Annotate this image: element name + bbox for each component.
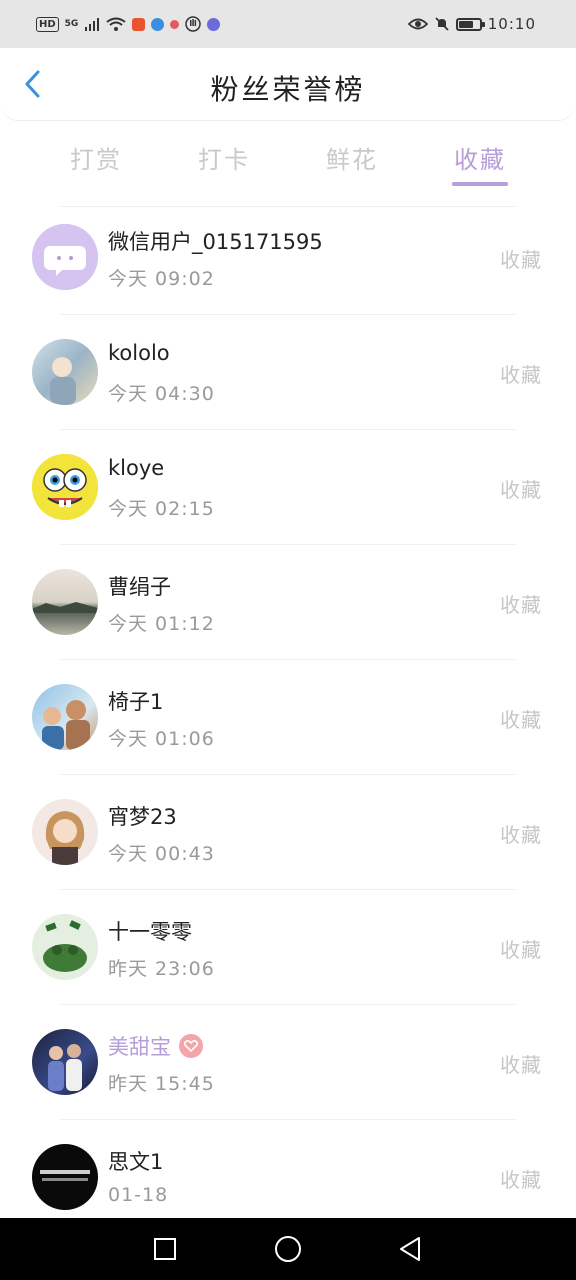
status-bar: HD 5G 10:10 (0, 0, 576, 48)
favorite-time: 今天 00:43 (108, 843, 215, 865)
signal-bars-icon (85, 18, 100, 31)
couple-avatar-icon (48, 1044, 82, 1091)
user-name: 微信用户_015171595 (108, 230, 323, 254)
dark-text-avatar-icon (40, 1170, 90, 1181)
list-item[interactable]: 曹绢子 今天 01:12 收藏 (0, 545, 576, 660)
favorite-time: 昨天 23:06 (108, 958, 215, 980)
favorite-label: 收藏 (500, 1168, 542, 1192)
user-name: kololo (108, 341, 170, 365)
user-name: 曹绢子 (108, 575, 171, 599)
tab-flowers[interactable]: 鲜花 (302, 140, 402, 175)
status-bar-left: HD 5G (36, 16, 221, 32)
landscape-avatar-icon (32, 602, 98, 613)
back-nav-button[interactable] (393, 1232, 427, 1266)
list-item[interactable]: 微信用户_015171595 今天 09:02 收藏 (0, 200, 576, 315)
user-name: 椅子1 (108, 690, 164, 714)
favorite-label: 收藏 (500, 1053, 542, 1077)
battery-icon (455, 17, 485, 31)
favorite-time: 昨天 15:45 (108, 1073, 215, 1095)
heart-shape (184, 1040, 198, 1052)
home-icon (275, 1236, 301, 1262)
tab-reward[interactable]: 打赏 (46, 140, 146, 175)
hand-icon (185, 16, 202, 32)
favorite-label: 收藏 (500, 363, 542, 387)
clock: 10:10 (487, 15, 536, 33)
frog-avatar-icon (43, 920, 87, 972)
favorite-time: 今天 04:30 (108, 383, 215, 405)
mute-bell-icon (435, 17, 449, 31)
avatar (32, 339, 98, 405)
avatar (32, 569, 98, 635)
battery-fill (458, 20, 474, 28)
favorite-label: 收藏 (500, 823, 542, 847)
music-icon (207, 17, 221, 31)
favorite-time: 今天 01:06 (108, 728, 215, 750)
list-item[interactable]: 宵梦23 今天 00:43 收藏 (0, 775, 576, 890)
hd-icon: HD (36, 16, 59, 32)
user-name-text: 美甜宝 (108, 1035, 171, 1059)
heart-icon (179, 1034, 203, 1058)
user-name: kloye (108, 456, 165, 480)
back-icon (400, 1237, 420, 1261)
favorite-label: 收藏 (500, 708, 542, 732)
user-name-vip: 美甜宝 (108, 1031, 203, 1061)
recent-apps-button[interactable] (148, 1232, 182, 1266)
5g-signal-icon: 5G (64, 18, 79, 29)
home-button[interactable] (271, 1232, 305, 1266)
avatar (32, 454, 98, 520)
list-item[interactable]: 十一零零 昨天 23:06 收藏 (0, 890, 576, 1005)
favorite-time: 01-18 (108, 1184, 169, 1206)
spongebob-avatar-icon (32, 454, 98, 520)
user-name: 宵梦23 (108, 805, 177, 829)
list-item[interactable]: 美甜宝 昨天 15:45 收藏 (0, 1005, 576, 1120)
user-name: 十一零零 (108, 920, 192, 944)
user-name: 思文1 (108, 1150, 164, 1174)
list-item[interactable]: kololo 今天 04:30 收藏 (0, 315, 576, 430)
recent-apps-icon (154, 1238, 176, 1260)
list-item[interactable]: 椅子1 今天 01:06 收藏 (0, 660, 576, 775)
list-item[interactable]: kloye 今天 02:15 收藏 (0, 430, 576, 545)
avatar (32, 1144, 98, 1210)
avatar (32, 684, 98, 750)
avatar (32, 1029, 98, 1095)
browser-icon (151, 17, 165, 31)
wechat-default-avatar-icon (32, 224, 98, 290)
avatar (32, 224, 98, 290)
photo-avatar-icon (50, 357, 76, 405)
tab-bar: 打赏 打卡 鲜花 收藏 (0, 132, 576, 192)
favorite-label: 收藏 (500, 938, 542, 962)
favorite-time: 今天 02:15 (108, 498, 215, 520)
favorite-time: 今天 09:02 (108, 268, 215, 290)
favorite-label: 收藏 (500, 593, 542, 617)
people-avatar-icon (42, 700, 90, 750)
avatar (32, 799, 98, 865)
status-bar-right: 10:10 (407, 15, 536, 33)
favorite-label: 收藏 (500, 478, 542, 502)
avatar (32, 914, 98, 980)
active-tab-indicator (452, 182, 508, 186)
tab-favorites[interactable]: 收藏 (430, 140, 530, 175)
system-nav-bar (0, 1218, 576, 1280)
anime-avatar-icon (45, 811, 85, 865)
header: 粉丝荣誉榜 (0, 48, 576, 121)
wifi-icon (106, 17, 126, 31)
favorite-time: 今天 01:12 (108, 613, 215, 635)
taobao-icon (132, 17, 146, 31)
tab-checkin[interactable]: 打卡 (174, 140, 274, 175)
app-icon (170, 19, 180, 29)
page-title: 粉丝荣誉榜 (210, 73, 366, 106)
eye-icon (407, 18, 428, 30)
favorite-label: 收藏 (500, 248, 542, 272)
